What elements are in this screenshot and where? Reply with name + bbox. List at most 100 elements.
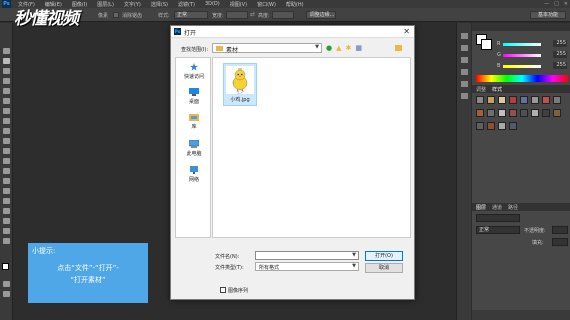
- blur-tool-icon[interactable]: [3, 168, 10, 174]
- width-input[interactable]: [226, 11, 248, 19]
- tab-channels[interactable]: 通道: [492, 204, 502, 211]
- style-swatch[interactable]: [487, 109, 495, 117]
- style-swatch[interactable]: [531, 109, 539, 117]
- crop-tool-icon[interactable]: [3, 88, 10, 94]
- close-icon[interactable]: ✕: [403, 27, 410, 36]
- style-swatch[interactable]: [476, 109, 484, 117]
- history-panel-icon[interactable]: [461, 33, 468, 39]
- filetype-select[interactable]: 所有格式 ▼: [255, 262, 359, 271]
- brush-tool-icon[interactable]: [3, 118, 10, 124]
- style-swatch[interactable]: [509, 96, 517, 104]
- blue-value[interactable]: 255: [553, 62, 567, 69]
- style-swatch[interactable]: [487, 96, 495, 104]
- view-menu-icon[interactable]: ▦: [355, 44, 362, 52]
- menu-window[interactable]: 窗口(W): [257, 1, 276, 8]
- character-panel-icon[interactable]: [461, 57, 468, 63]
- background-color-box[interactable]: [481, 39, 492, 50]
- style-swatch[interactable]: [509, 109, 517, 117]
- style-swatch[interactable]: [520, 96, 528, 104]
- green-slider[interactable]: G 255: [497, 51, 569, 60]
- folder-icon[interactable]: [395, 45, 402, 51]
- info-panel-icon[interactable]: [461, 93, 468, 99]
- lookin-select[interactable]: 素材 ▼: [212, 43, 322, 54]
- fill-input[interactable]: [552, 238, 568, 246]
- new-folder-icon[interactable]: ✱: [346, 44, 352, 52]
- workspace-select[interactable]: 基本功能: [530, 11, 566, 19]
- marquee-tool-icon[interactable]: [3, 58, 10, 64]
- style-swatch[interactable]: [553, 96, 561, 104]
- layer-filter-select[interactable]: [476, 214, 520, 222]
- refine-edge-button[interactable]: 调整边缘...: [306, 11, 336, 19]
- brush-panel-icon[interactable]: [461, 81, 468, 87]
- menu-select[interactable]: 选择(S): [151, 1, 168, 8]
- tab-paths[interactable]: 路径: [508, 204, 518, 211]
- gradient-tool-icon[interactable]: [3, 158, 10, 164]
- style-swatch[interactable]: [531, 96, 539, 104]
- blue-track[interactable]: [503, 65, 541, 68]
- style-swatch[interactable]: [542, 109, 550, 117]
- color-spectrum[interactable]: [476, 75, 568, 82]
- place-network[interactable]: 网络: [176, 166, 212, 183]
- place-this-pc[interactable]: 此电脑: [176, 140, 212, 157]
- blend-mode-select[interactable]: 正常: [476, 226, 520, 234]
- blue-slider[interactable]: B 255: [497, 62, 569, 71]
- healing-tool-icon[interactable]: [3, 108, 10, 114]
- path-select-tool-icon[interactable]: [3, 208, 10, 214]
- style-swatch[interactable]: [509, 122, 517, 130]
- chevron-down-icon[interactable]: ▼: [315, 44, 319, 50]
- eyedropper-tool-icon[interactable]: [3, 98, 10, 104]
- menu-view[interactable]: 视图(V): [230, 1, 247, 8]
- style-swatch[interactable]: [498, 96, 506, 104]
- red-value[interactable]: 255: [553, 40, 567, 47]
- chevron-down-icon[interactable]: ▼: [352, 252, 356, 258]
- lasso-tool-icon[interactable]: [3, 68, 10, 74]
- back-icon[interactable]: ●: [326, 44, 332, 52]
- minimize-icon[interactable]: —: [544, 0, 549, 8]
- eraser-tool-icon[interactable]: [3, 148, 10, 154]
- cancel-button[interactable]: 取消: [365, 263, 403, 273]
- style-swatch[interactable]: [498, 122, 506, 130]
- place-library[interactable]: 库: [176, 113, 212, 130]
- tab-adjustments[interactable]: 调整: [476, 86, 486, 93]
- red-track[interactable]: [503, 43, 541, 46]
- style-swatch[interactable]: [476, 122, 484, 130]
- place-desktop[interactable]: 桌面: [176, 88, 212, 105]
- type-tool-icon[interactable]: [3, 198, 10, 204]
- menu-type[interactable]: 文字(Y): [124, 1, 141, 8]
- style-swatch[interactable]: [542, 96, 550, 104]
- swap-icon[interactable]: ⇄: [250, 11, 255, 18]
- menu-help[interactable]: 帮助(H): [286, 1, 304, 8]
- dodge-tool-icon[interactable]: [3, 178, 10, 184]
- paragraph-panel-icon[interactable]: [461, 69, 468, 75]
- file-item[interactable]: 小鸡.jpg: [223, 63, 257, 106]
- zoom-tool-icon[interactable]: [3, 238, 10, 244]
- up-folder-icon[interactable]: ▲: [336, 44, 341, 52]
- antialias-checkbox[interactable]: [113, 12, 119, 18]
- style-swatch[interactable]: [498, 109, 506, 117]
- close-icon[interactable]: ✕: [564, 0, 568, 8]
- quick-mask-icon[interactable]: [3, 281, 10, 287]
- style-swatch[interactable]: [553, 109, 561, 117]
- green-track[interactable]: [503, 54, 541, 57]
- menu-filter[interactable]: 滤镜(T): [178, 1, 195, 8]
- menu-layer[interactable]: 图层(L): [97, 1, 114, 8]
- move-tool-icon[interactable]: [3, 48, 10, 54]
- shape-tool-icon[interactable]: [3, 218, 10, 224]
- opacity-input[interactable]: [552, 226, 568, 234]
- style-swatch[interactable]: [487, 122, 495, 130]
- tab-styles[interactable]: 样式: [492, 86, 502, 93]
- tab-layers[interactable]: 图层: [476, 204, 486, 211]
- foreground-color-swatch[interactable]: [2, 263, 9, 270]
- hand-tool-icon[interactable]: [3, 228, 10, 234]
- chevron-down-icon[interactable]: ▼: [352, 263, 356, 269]
- maximize-icon[interactable]: □: [554, 0, 559, 8]
- red-slider[interactable]: R 255: [497, 40, 569, 49]
- style-swatch[interactable]: [476, 96, 484, 104]
- filename-input[interactable]: ▼: [255, 251, 359, 260]
- properties-panel-icon[interactable]: [461, 45, 468, 51]
- style-select[interactable]: 正常: [174, 11, 208, 19]
- style-swatch[interactable]: [520, 109, 528, 117]
- screen-mode-icon[interactable]: [3, 291, 10, 297]
- stamp-tool-icon[interactable]: [3, 128, 10, 134]
- history-brush-tool-icon[interactable]: [3, 138, 10, 144]
